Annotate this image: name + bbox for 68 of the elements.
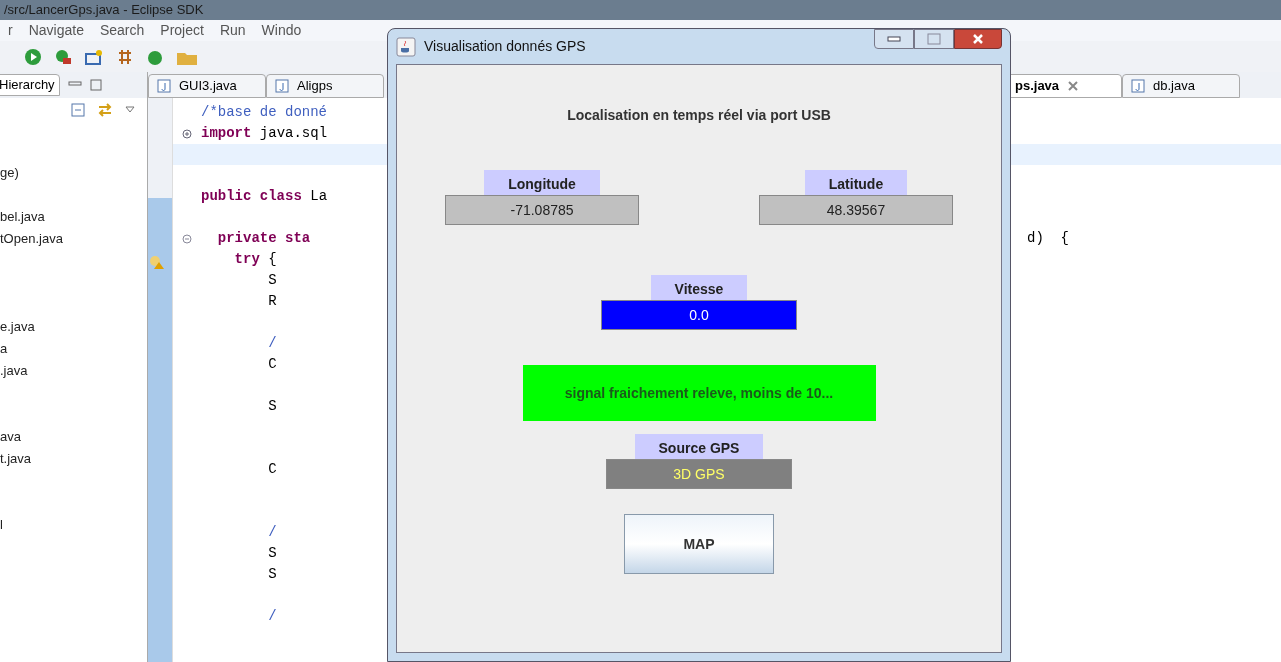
link-arrows-icon[interactable] xyxy=(97,103,113,117)
code-line: R xyxy=(267,292,277,311)
menu-item[interactable]: Search xyxy=(99,20,145,41)
code-line: / xyxy=(267,334,277,353)
tree-item[interactable]: t.java xyxy=(0,451,32,466)
menu-item[interactable]: Project xyxy=(160,20,204,41)
warning-icon xyxy=(148,254,166,270)
editor-tab[interactable]: db.java xyxy=(1122,74,1240,98)
tree-item[interactable]: l xyxy=(0,517,3,532)
code-line: S xyxy=(267,271,277,290)
minimize-icon xyxy=(887,36,901,42)
heading: Localisation en temps réel via port USB xyxy=(567,106,831,125)
tree-item[interactable]: .java xyxy=(0,363,28,378)
close-icon[interactable] xyxy=(1067,81,1080,91)
value-field[interactable]: -71.08785 xyxy=(445,195,639,225)
tree-item[interactable]: bel.java xyxy=(0,209,45,224)
tree-item[interactable]: ge) xyxy=(0,165,19,180)
close-button[interactable] xyxy=(954,29,1002,49)
debug-icon[interactable] xyxy=(54,47,72,66)
field-label: Source GPS xyxy=(634,434,764,459)
menu-item[interactable]: Windo xyxy=(261,20,302,41)
maximize-icon xyxy=(927,33,941,45)
value-field[interactable]: 3D GPS xyxy=(606,459,792,489)
java-file-icon xyxy=(157,79,171,93)
code-line: S xyxy=(267,544,277,563)
code-line: / xyxy=(267,607,277,626)
code-line: /*base de donné xyxy=(201,103,328,122)
menu-item[interactable]: Navigate xyxy=(28,20,84,41)
java-cup-icon xyxy=(396,36,416,57)
status-banner: signal fraichement releve, moins de 10... xyxy=(522,365,876,421)
code-line: public class La xyxy=(201,187,328,206)
tree-item[interactable]: e.java xyxy=(0,319,35,334)
view-tab[interactable]: Hierarchy xyxy=(0,74,60,96)
editor-tab[interactable]: Aligps xyxy=(266,74,384,98)
code-line: d) { xyxy=(1027,229,1069,248)
code-line: C xyxy=(267,460,277,479)
field-label: Latitude xyxy=(804,170,908,195)
collapse-icon[interactable] xyxy=(71,103,85,117)
menu-item[interactable]: Run xyxy=(219,20,246,41)
field-label: Longitude xyxy=(484,170,600,195)
value-field[interactable]: 0.0 xyxy=(601,300,797,330)
value-field[interactable]: 48.39567 xyxy=(759,195,953,225)
java-file-icon xyxy=(275,79,289,93)
tree-item[interactable]: tOpen.java xyxy=(0,231,63,246)
collapse-icon[interactable] xyxy=(182,233,192,244)
dialog-title: Visualisation donnés GPS xyxy=(424,37,586,56)
run-icon[interactable] xyxy=(24,47,42,66)
code-line: S xyxy=(267,565,277,584)
dropdown-icon[interactable] xyxy=(125,106,135,114)
menu-item[interactable]: r xyxy=(8,20,13,41)
expand-icon[interactable] xyxy=(182,128,192,139)
map-button[interactable]: MAP xyxy=(624,514,774,574)
maximize-icon[interactable] xyxy=(89,79,102,91)
tree-item[interactable]: ava xyxy=(0,429,21,444)
field-label: Vitesse xyxy=(650,275,748,300)
code-line: / xyxy=(267,523,277,542)
java-file-icon xyxy=(1131,79,1145,93)
tree-item[interactable]: a xyxy=(0,341,8,356)
code-line: import java.sql xyxy=(201,124,328,143)
code-line: C xyxy=(267,355,277,374)
code-line: private sta xyxy=(216,229,311,248)
code-line: S xyxy=(267,397,277,416)
new-package-icon[interactable] xyxy=(84,47,104,66)
minimize-button[interactable] xyxy=(874,29,914,49)
code-line: try { xyxy=(233,250,277,269)
editor-tab[interactable]: GUI3.java xyxy=(148,74,266,98)
close-icon xyxy=(972,34,984,44)
window-title: /src/LancerGps.java - Eclipse SDK xyxy=(0,0,1281,20)
